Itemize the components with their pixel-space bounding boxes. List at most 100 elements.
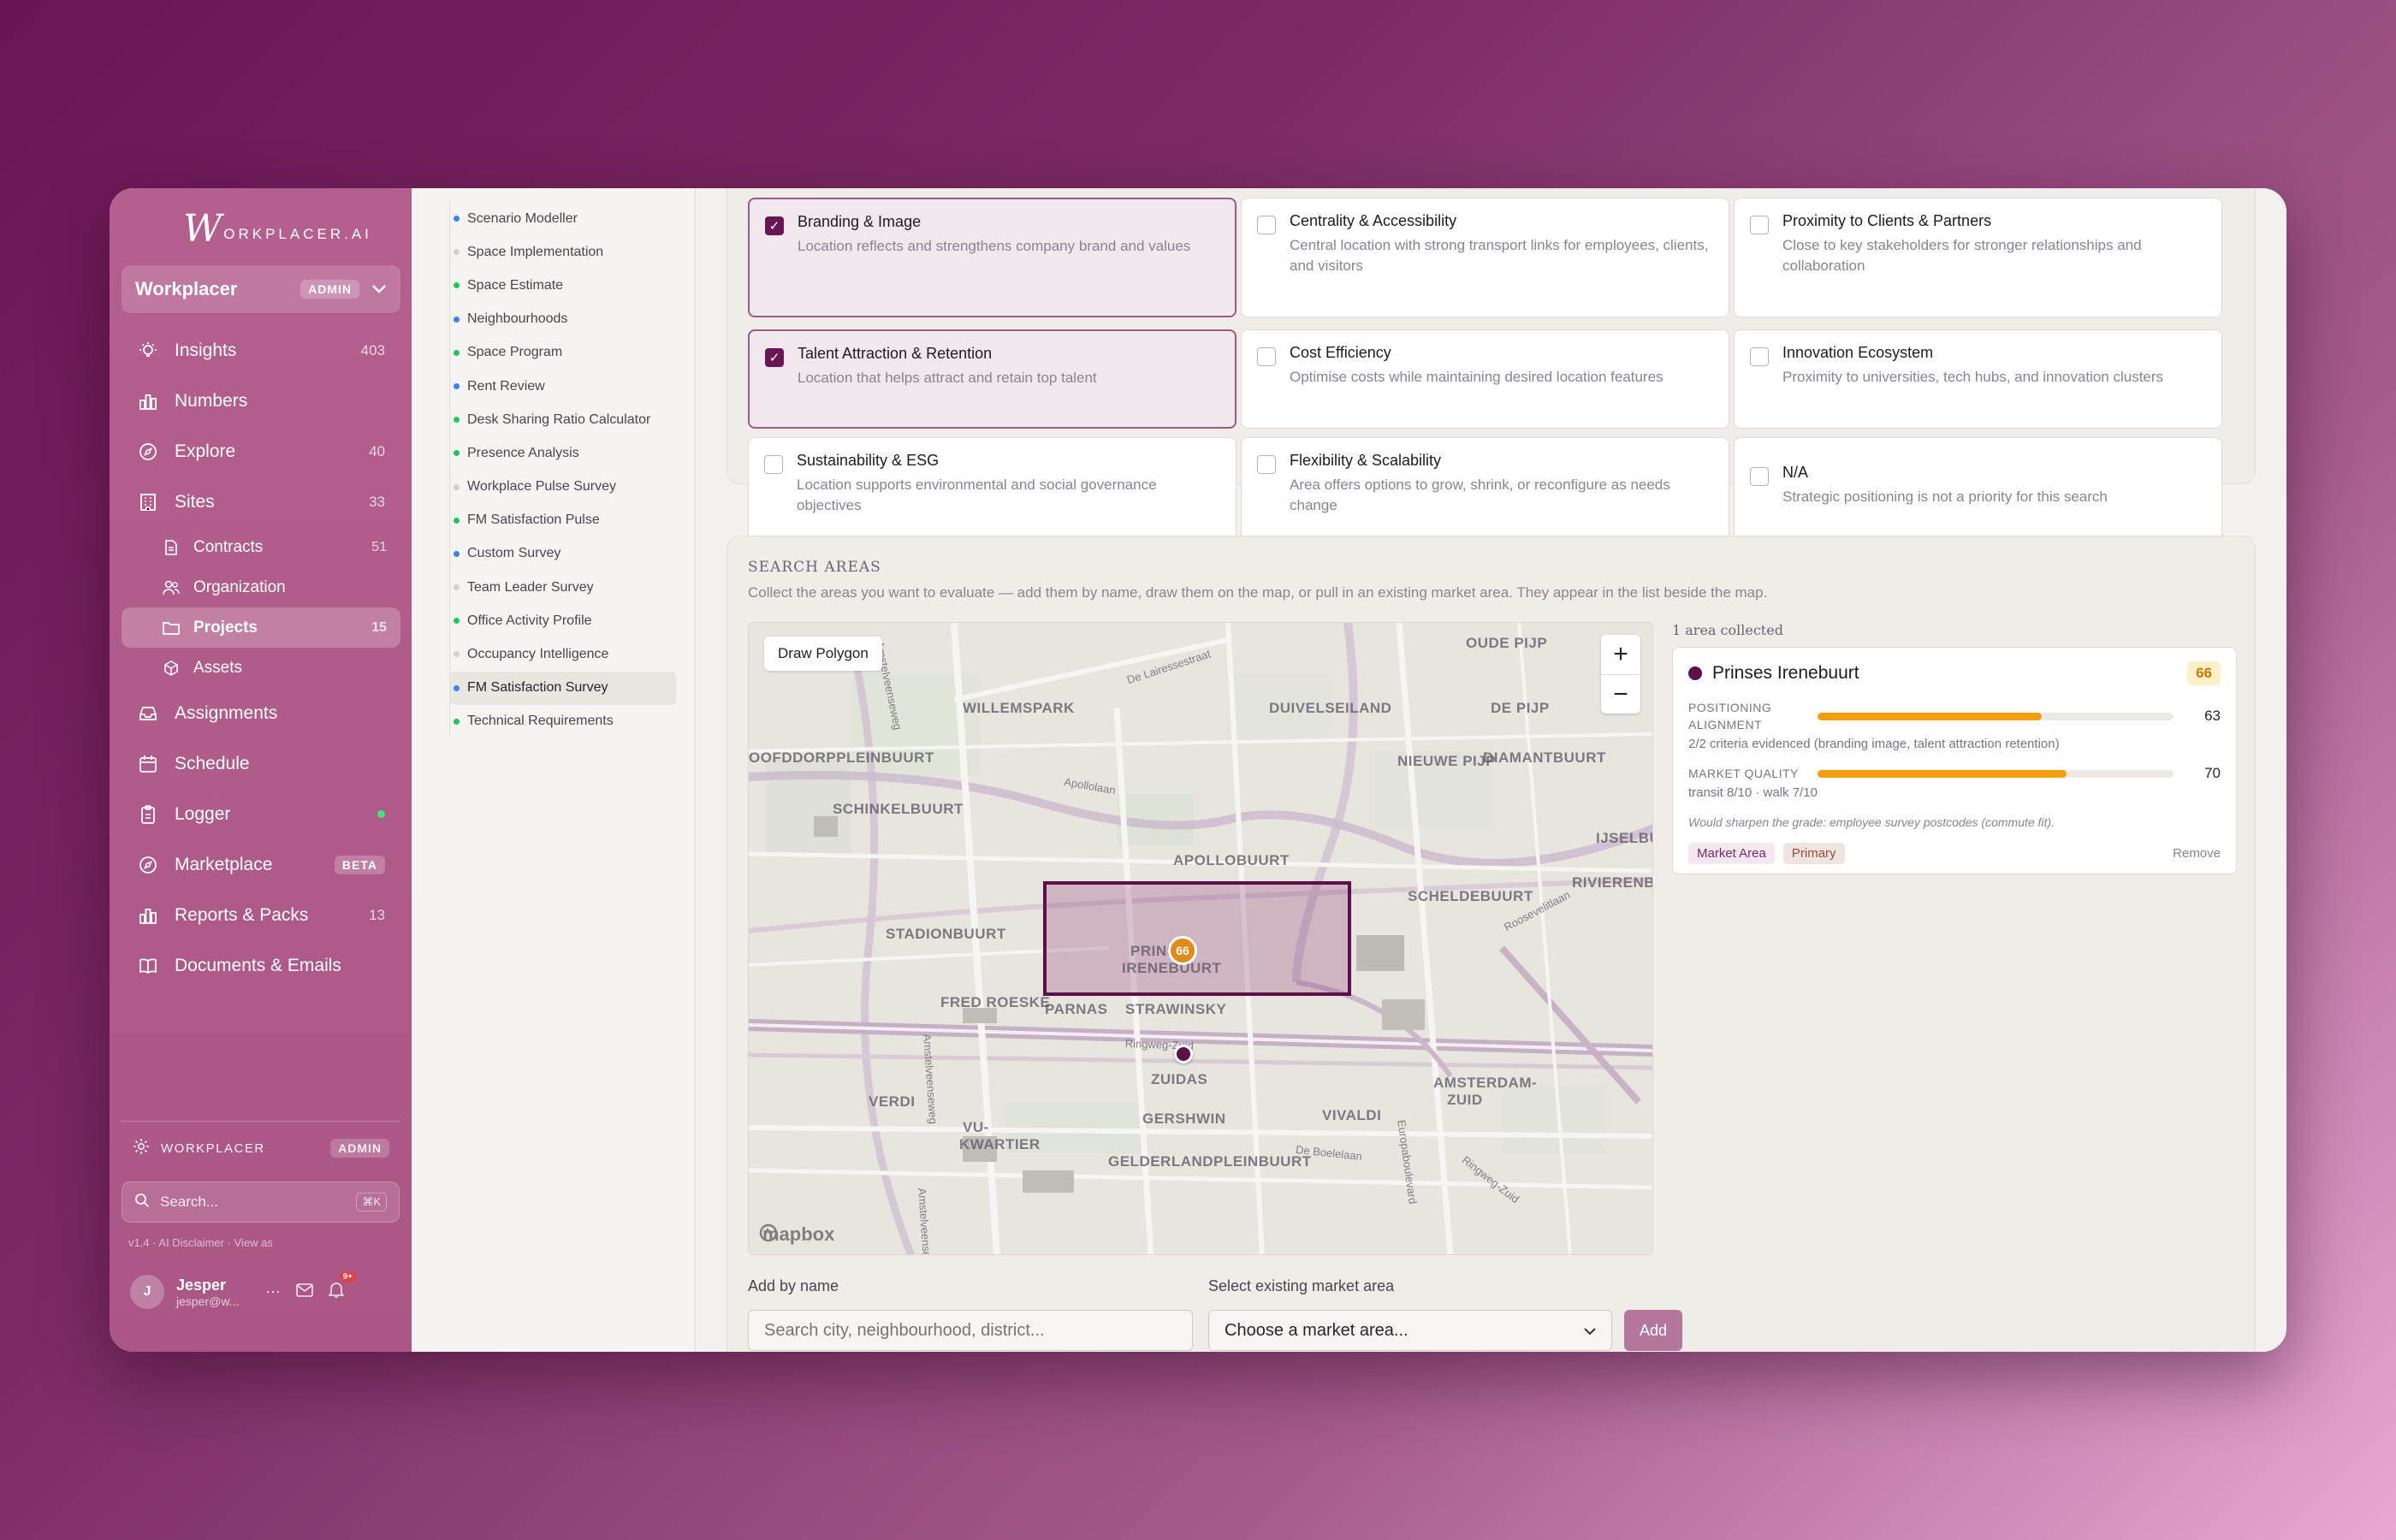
map-neighbourhood-label: DIAMANTBUURT [1483,749,1606,766]
remove-link[interactable]: Remove [2173,846,2221,861]
tool-item[interactable]: Custom Survey [450,537,676,571]
area-card[interactable]: Prinses Irenebuurt 66 POSITIONING ALIGNM… [1672,647,2237,874]
checkbox[interactable] [1750,467,1769,486]
criterion-title: N/A [1782,464,1809,481]
nav-reports[interactable]: Reports & Packs 13 [122,890,400,940]
sidebar-item-assets[interactable]: Assets [122,648,400,688]
sidebar-search[interactable]: Search... ⌘K [122,1182,400,1223]
mapbox-attribution[interactable]: mapbox [759,1223,834,1246]
checkbox-checked[interactable]: ✓ [765,216,784,235]
nav-sites[interactable]: Sites 33 [122,477,400,527]
tool-item[interactable]: Desk Sharing Ratio Calculator [450,403,676,436]
tool-item[interactable]: Space Program [450,336,676,370]
checkbox[interactable] [1257,347,1276,366]
nav-insights[interactable]: Insights 403 [122,325,400,376]
area-search-input[interactable] [748,1310,1193,1351]
nav-label: Explore [175,441,236,461]
criterion-option[interactable]: ✓ Branding & Image Location reflects and s… [748,198,1237,317]
checkbox[interactable] [1750,347,1769,366]
tool-item[interactable]: Technical Requirements [450,705,676,738]
map-neighbourhood-label: VERDI [869,1093,916,1110]
tool-item[interactable]: Space Implementation [450,235,676,269]
org-switcher[interactable]: Workplacer ADMIN [122,265,400,313]
map-neighbourhood-label: NIEUWE PIJP [1397,753,1497,769]
nav-logger[interactable]: Logger [122,789,400,839]
add-button[interactable]: Add [1624,1310,1683,1351]
criterion-option[interactable]: Centrality & Accessibility Central locati… [1241,198,1729,317]
checkbox[interactable] [1750,216,1769,234]
tool-item[interactable]: Presence Analysis [450,436,676,470]
section-title: SEARCH AREAS [748,559,881,576]
map-neighbourhood-label: OUDE PIJP [1466,635,1548,651]
calendar-icon [137,753,159,775]
map-neighbourhood-label: STRAWINSKY [1125,1001,1227,1017]
checkbox-checked[interactable]: ✓ [765,348,784,367]
shortcut-hint: ⌘K [356,1193,387,1211]
tool-item[interactable]: FM Satisfaction Pulse [450,504,676,537]
zoom-in-button[interactable]: + [1601,635,1640,674]
tool-status-dot [454,450,460,457]
nav-explore[interactable]: Explore 40 [122,426,400,477]
tool-item[interactable]: Office Activity Profile [450,604,676,637]
nav-numbers[interactable]: Numbers [122,376,400,426]
nav-documents[interactable]: Documents & Emails [122,940,400,991]
draw-polygon-button[interactable]: Draw Polygon [764,637,882,671]
tool-label: Neighbourhoods [467,311,568,327]
workspace-row[interactable]: WORKPLACER ADMIN [122,1134,400,1163]
tool-label: Space Estimate [467,277,564,293]
criterion-option[interactable]: Innovation Ecosystem Proximity to univers… [1734,329,2222,429]
checkbox[interactable] [1257,455,1276,474]
tool-status-dot [454,584,460,591]
nav-assignments[interactable]: Assignments [122,688,400,738]
criterion-option[interactable]: ✓ Talent Attraction & Retention Location t… [748,329,1237,429]
sub-label: Organization [193,578,286,596]
tool-item[interactable]: FM Satisfaction Survey [450,671,676,705]
tool-label: Presence Analysis [467,445,579,460]
beta-badge: BETA [334,855,385,874]
market-area-label: Select existing market area [1208,1277,1395,1294]
criterion-description: Location that helps attract and retain t… [798,370,1097,386]
criterion-option[interactable]: Proximity to Clients & Partners Close to … [1734,198,2222,317]
map-neighbourhood-label: WILLEMSPARK [963,700,1075,716]
criterion-title: Cost Efficiency [1290,344,1391,361]
map[interactable]: OUDE PIJP WILLEMSPARK DUIVELSEILAND DE PIJP… [748,622,1653,1255]
tool-item[interactable]: Occupancy Intelligence [450,637,676,671]
zoom-out-button[interactable]: − [1601,674,1640,714]
sidebar-item-projects[interactable]: Projects 15 [122,607,400,648]
market-area-select[interactable]: Choose a market area... [1208,1310,1612,1351]
nav-marketplace[interactable]: Marketplace BETA [122,839,400,890]
clipboard-icon [137,803,159,826]
tool-item[interactable]: Rent Review [450,370,676,403]
criterion-title: Innovation Ecosystem [1782,344,1934,361]
sidebar-item-organization[interactable]: Organization [122,567,400,607]
bell-icon[interactable]: 9+ [328,1270,356,1303]
tool-item[interactable]: Scenario Modeller [450,202,676,235]
more-icon[interactable]: ⋯ [265,1283,281,1301]
sub-label: Contracts [193,537,264,556]
checkbox[interactable] [1257,216,1276,234]
area-score-marker[interactable]: 66 [1168,936,1197,965]
map-neighbourhood-label: FRED ROESKE [940,994,1051,1010]
strategic-criteria-card: ✓ Branding & Image Location reflects and s… [727,188,2256,557]
map-neighbourhood-label: GELDERLANDPLEINBUURT [1108,1153,1312,1170]
user-actions: ⋯ 9+ [265,1270,356,1303]
avatar[interactable]: J [130,1275,164,1309]
location-pin[interactable] [1174,1045,1193,1063]
sidebar-footer: WORKPLACER ADMIN Search... ⌘K v1.4 · AI … [122,1121,400,1309]
mail-icon[interactable] [296,1282,313,1301]
search-icon [134,1193,150,1212]
sidebar-item-contracts[interactable]: Contracts 51 [122,527,400,567]
checkbox[interactable] [764,455,783,474]
tool-item[interactable]: Workplace Pulse Survey [450,471,676,504]
tool-item[interactable]: Space Estimate [450,269,676,302]
map-neighbourhood-label: ZUID [1447,1092,1483,1108]
tool-item[interactable]: Team Leader Survey [450,571,676,604]
tag-primary[interactable]: Primary [1782,843,1845,864]
metric-label: MARKET QUALITY [1688,767,1799,780]
criterion-option[interactable]: Cost Efficiency Optimise costs while main… [1241,329,1729,429]
criterion-description: Proximity to universities, tech hubs, an… [1782,369,2164,385]
workplacer-logo[interactable]: W ORKPLACER.AI [183,210,372,248]
nav-schedule[interactable]: Schedule [122,738,400,789]
tool-item[interactable]: Neighbourhoods [450,303,676,336]
criterion-description: Optimise costs while maintaining desired… [1290,369,1664,385]
